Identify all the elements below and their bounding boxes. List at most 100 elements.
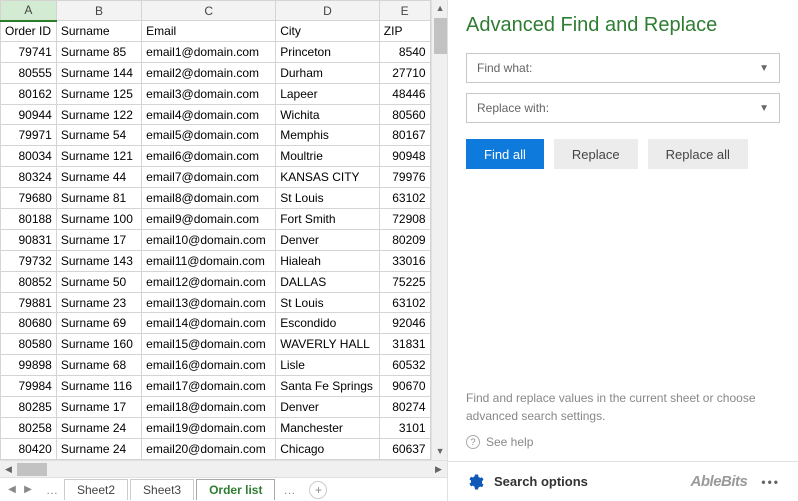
add-sheet-button[interactable]: +	[309, 481, 327, 499]
cell-email[interactable]: email5@domain.com	[142, 125, 276, 146]
cell-orderid[interactable]: 80034	[1, 146, 57, 167]
cell-zip[interactable]: 90948	[379, 146, 430, 167]
cell-surname[interactable]: Surname 125	[56, 83, 141, 104]
cell-city[interactable]: Denver	[276, 397, 380, 418]
cell-city[interactable]: St Louis	[276, 188, 380, 209]
cell-surname[interactable]: Surname 116	[56, 376, 141, 397]
table-row[interactable]: 80555Surname 144email2@domain.comDurham2…	[1, 62, 431, 83]
data-grid[interactable]: A B C D E Order IDSurnameEmailCityZIP797…	[0, 0, 431, 460]
cell-email[interactable]: email4@domain.com	[142, 104, 276, 125]
cell-orderid[interactable]: 80324	[1, 167, 57, 188]
cell-email[interactable]: email1@domain.com	[142, 41, 276, 62]
cell-orderid[interactable]: 99898	[1, 355, 57, 376]
cell-email[interactable]: email18@domain.com	[142, 397, 276, 418]
cell-surname[interactable]: Surname 23	[56, 292, 141, 313]
replace-with-field[interactable]: Replace with: ▼	[466, 93, 780, 123]
cell-email[interactable]: email20@domain.com	[142, 438, 276, 459]
cell-city[interactable]: Princeton	[276, 41, 380, 62]
cell-zip[interactable]: 72908	[379, 209, 430, 230]
cell-surname[interactable]: Surname 50	[56, 271, 141, 292]
table-row[interactable]: 80285Surname 17email18@domain.comDenver8…	[1, 397, 431, 418]
cell-zip[interactable]: 80209	[379, 229, 430, 250]
cell-city[interactable]: Chicago	[276, 438, 380, 459]
cell-city[interactable]: Santa Fe Springs	[276, 376, 380, 397]
hscroll-thumb[interactable]	[17, 463, 47, 476]
cell-surname[interactable]: Surname 160	[56, 334, 141, 355]
table-row[interactable]: 90944Surname 122email4@domain.comWichita…	[1, 104, 431, 125]
tab-overflow-right[interactable]: …	[283, 483, 295, 497]
scroll-thumb[interactable]	[434, 18, 447, 54]
cell-orderid[interactable]: 79741	[1, 41, 57, 62]
scroll-right-arrow[interactable]: ▶	[430, 461, 447, 478]
header-orderid[interactable]: Order ID	[1, 21, 57, 42]
cell-zip[interactable]: 80274	[379, 397, 430, 418]
cell-surname[interactable]: Surname 68	[56, 355, 141, 376]
cell-orderid[interactable]: 80852	[1, 271, 57, 292]
table-row[interactable]: 80034Surname 121email6@domain.comMoultri…	[1, 146, 431, 167]
horizontal-scrollbar[interactable]: ◀ ▶	[0, 460, 447, 477]
cell-email[interactable]: email13@domain.com	[142, 292, 276, 313]
cell-email[interactable]: email6@domain.com	[142, 146, 276, 167]
cell-zip[interactable]: 31831	[379, 334, 430, 355]
cell-orderid[interactable]: 80420	[1, 438, 57, 459]
cell-orderid[interactable]: 80285	[1, 397, 57, 418]
table-row[interactable]: 80420Surname 24email20@domain.comChicago…	[1, 438, 431, 459]
cell-zip[interactable]: 90670	[379, 376, 430, 397]
cell-zip[interactable]: 63102	[379, 292, 430, 313]
cell-surname[interactable]: Surname 44	[56, 167, 141, 188]
table-row[interactable]: 80852Surname 50email12@domain.comDALLAS7…	[1, 271, 431, 292]
cell-surname[interactable]: Surname 24	[56, 438, 141, 459]
cell-orderid[interactable]: 80162	[1, 83, 57, 104]
cell-surname[interactable]: Surname 54	[56, 125, 141, 146]
cell-zip[interactable]: 63102	[379, 188, 430, 209]
scroll-up-arrow[interactable]: ▲	[432, 0, 447, 17]
cell-email[interactable]: email9@domain.com	[142, 209, 276, 230]
cell-city[interactable]: Lapeer	[276, 83, 380, 104]
cell-orderid[interactable]: 80188	[1, 209, 57, 230]
cell-email[interactable]: email7@domain.com	[142, 167, 276, 188]
table-row[interactable]: 79881Surname 23email13@domain.comSt Loui…	[1, 292, 431, 313]
cell-surname[interactable]: Surname 17	[56, 229, 141, 250]
tab-sheet2[interactable]: Sheet2	[64, 479, 128, 500]
search-options-button[interactable]: Search options	[494, 474, 588, 489]
cell-orderid[interactable]: 80555	[1, 62, 57, 83]
cell-zip[interactable]: 3101	[379, 417, 430, 438]
find-what-field[interactable]: Find what: ▼	[466, 53, 780, 83]
cell-email[interactable]: email15@domain.com	[142, 334, 276, 355]
cell-surname[interactable]: Surname 17	[56, 397, 141, 418]
cell-city[interactable]: WAVERLY HALL	[276, 334, 380, 355]
cell-orderid[interactable]: 90944	[1, 104, 57, 125]
cell-city[interactable]: Fort Smith	[276, 209, 380, 230]
cell-email[interactable]: email12@domain.com	[142, 271, 276, 292]
cell-surname[interactable]: Surname 24	[56, 417, 141, 438]
cell-zip[interactable]: 80167	[379, 125, 430, 146]
cell-surname[interactable]: Surname 85	[56, 41, 141, 62]
header-zip[interactable]: ZIP	[379, 21, 430, 42]
cell-orderid[interactable]: 79881	[1, 292, 57, 313]
vertical-scrollbar[interactable]: ▲ ▼	[431, 0, 447, 460]
cell-email[interactable]: email14@domain.com	[142, 313, 276, 334]
cell-city[interactable]: Hialeah	[276, 250, 380, 271]
find-all-button[interactable]: Find all	[466, 139, 544, 169]
cell-city[interactable]: Denver	[276, 229, 380, 250]
cell-zip[interactable]: 80560	[379, 104, 430, 125]
cell-zip[interactable]: 79976	[379, 167, 430, 188]
cell-orderid[interactable]: 80580	[1, 334, 57, 355]
cell-orderid[interactable]: 79680	[1, 188, 57, 209]
header-city[interactable]: City	[276, 21, 380, 42]
table-row[interactable]: 80188Surname 100email9@domain.comFort Sm…	[1, 209, 431, 230]
cell-city[interactable]: Durham	[276, 62, 380, 83]
header-email[interactable]: Email	[142, 21, 276, 42]
table-row[interactable]: 80324Surname 44email7@domain.comKANSAS C…	[1, 167, 431, 188]
cell-email[interactable]: email17@domain.com	[142, 376, 276, 397]
cell-surname[interactable]: Surname 69	[56, 313, 141, 334]
tab-sheet3[interactable]: Sheet3	[130, 479, 194, 500]
table-row[interactable]: 79971Surname 54email5@domain.comMemphis8…	[1, 125, 431, 146]
cell-email[interactable]: email8@domain.com	[142, 188, 276, 209]
col-header-b[interactable]: B	[56, 1, 141, 21]
cell-email[interactable]: email3@domain.com	[142, 83, 276, 104]
scroll-left-arrow[interactable]: ◀	[0, 461, 17, 478]
cell-city[interactable]: Wichita	[276, 104, 380, 125]
tab-overflow-left[interactable]: …	[46, 483, 58, 497]
col-header-d[interactable]: D	[276, 1, 380, 21]
